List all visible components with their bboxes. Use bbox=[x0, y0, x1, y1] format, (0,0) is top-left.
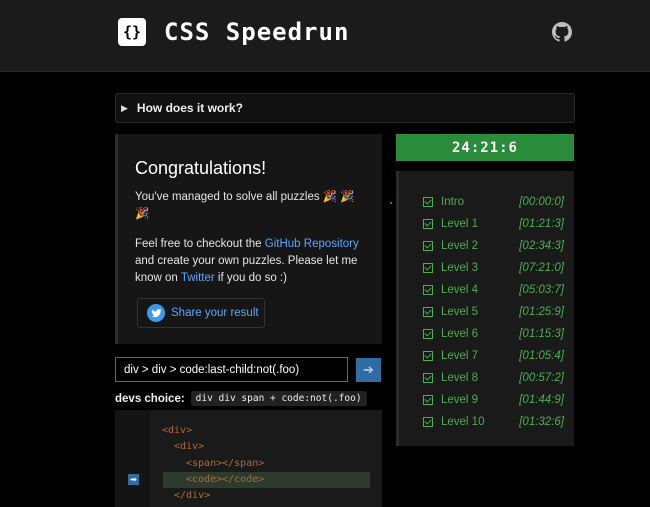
level-name: Level 6 bbox=[441, 328, 479, 340]
info-text-1: Feel free to checkout the bbox=[135, 238, 265, 250]
checkbox-checked-icon bbox=[423, 329, 433, 339]
level-time: [01:44:9] bbox=[519, 394, 564, 406]
timer-display: 24:21:6 bbox=[396, 134, 574, 161]
devs-choice-code: div div span + code:not(.foo) bbox=[190, 391, 367, 406]
level-item[interactable]: Level 5 [01:25:9] bbox=[423, 303, 564, 321]
levels-list: Intro [00:00:0] Level 1 [01:21:3] Level 2 [… bbox=[396, 171, 574, 446]
code-gutter bbox=[115, 410, 150, 507]
level-name: Level 9 bbox=[441, 394, 479, 406]
devs-choice: devs choice: div div span + code:not(.fo… bbox=[115, 391, 367, 406]
level-item[interactable]: Level 8 [00:57:2] bbox=[423, 369, 564, 387]
submit-selector-button[interactable]: ➔ bbox=[356, 358, 381, 382]
checkbox-checked-icon bbox=[423, 373, 433, 383]
level-item[interactable]: Level 7 [01:05:4] bbox=[423, 347, 564, 365]
level-item[interactable]: Level 10 [01:32:6] bbox=[423, 413, 564, 431]
level-item[interactable]: Level 1 [01:21:3] bbox=[423, 215, 564, 233]
level-name: Level 4 bbox=[441, 284, 479, 296]
checkbox-checked-icon bbox=[423, 417, 433, 427]
share-result-button[interactable]: Share your result bbox=[137, 298, 265, 328]
level-item[interactable]: Level 3 [07:21:0] bbox=[423, 259, 564, 277]
level-time: [07:21:0] bbox=[519, 262, 564, 274]
code-line: </div> bbox=[174, 490, 211, 501]
congratulations-title: Congratulations! bbox=[135, 158, 267, 178]
level-item[interactable]: Level 4 [05:03:7] bbox=[423, 281, 564, 299]
level-name: Intro bbox=[441, 196, 465, 208]
level-time: [01:15:3] bbox=[519, 328, 564, 340]
checkbox-checked-icon bbox=[423, 395, 433, 405]
level-name: Level 1 bbox=[441, 218, 479, 230]
level-name: Level 10 bbox=[441, 416, 485, 428]
level-item[interactable]: Level 9 [01:44:9] bbox=[423, 391, 564, 409]
devs-choice-label: devs choice: bbox=[115, 392, 185, 405]
level-name: Level 5 bbox=[441, 306, 479, 318]
share-result-label: Share your result bbox=[171, 307, 259, 319]
arrow-right-icon: ➡ bbox=[128, 474, 139, 485]
level-time: [01:05:4] bbox=[519, 350, 564, 362]
code-preview: ➡ <div> <div> <span></span> <code></code… bbox=[115, 410, 382, 507]
logo-icon[interactable]: {} bbox=[118, 18, 146, 46]
congratulations-info: Feel free to checkout the GitHub Reposit… bbox=[135, 236, 366, 287]
twitter-icon bbox=[147, 304, 165, 322]
code-line: <span></span> bbox=[186, 458, 265, 469]
level-item[interactable]: Level 2 [02:34:3] bbox=[423, 237, 564, 255]
checkbox-checked-icon bbox=[423, 241, 433, 251]
checkbox-checked-icon bbox=[423, 351, 433, 361]
twitter-link[interactable]: Twitter bbox=[181, 272, 215, 284]
code-line: <code></code> bbox=[186, 474, 265, 485]
level-time: [00:57:2] bbox=[519, 372, 564, 384]
app-title[interactable]: CSS Speedrun bbox=[164, 18, 349, 46]
how-it-works-label: How does it work? bbox=[136, 101, 243, 115]
code-line: <div> bbox=[162, 425, 193, 436]
checkbox-checked-icon bbox=[423, 285, 433, 295]
level-time: [01:21:3] bbox=[519, 218, 564, 230]
disclosure-triangle-icon: ▶ bbox=[121, 102, 128, 113]
checkbox-checked-icon bbox=[423, 307, 433, 317]
level-item[interactable]: Level 6 [01:15:3] bbox=[423, 325, 564, 343]
code-line: <div> bbox=[174, 441, 205, 452]
level-time: [02:34:3] bbox=[519, 240, 564, 252]
level-name: Level 3 bbox=[441, 262, 479, 274]
level-name: Level 2 bbox=[441, 240, 479, 252]
level-time: [01:25:9] bbox=[519, 306, 564, 318]
level-time: [00:00:0] bbox=[519, 196, 564, 208]
checkbox-checked-icon bbox=[423, 197, 433, 207]
selector-input[interactable]: div > div > code:last-child:not(.foo) bbox=[115, 357, 348, 382]
level-name: Level 8 bbox=[441, 372, 479, 384]
level-time: [05:03:7] bbox=[519, 284, 564, 296]
level-item[interactable]: Intro [00:00:0] bbox=[423, 193, 564, 211]
how-it-works-toggle[interactable]: ▶ How does it work? bbox=[115, 93, 575, 123]
github-repository-link[interactable]: GitHub Repository bbox=[265, 238, 359, 250]
congratulations-message: You've managed to solve all puzzles 🎉 🎉 … bbox=[135, 191, 355, 220]
info-text-3: if you do so :) bbox=[214, 272, 287, 284]
github-icon[interactable] bbox=[552, 22, 572, 42]
checkbox-checked-icon bbox=[423, 219, 433, 229]
checkbox-checked-icon bbox=[423, 263, 433, 273]
level-time: [01:32:6] bbox=[519, 416, 564, 428]
level-name: Level 7 bbox=[441, 350, 479, 362]
congratulations-panel: Congratulations! You've managed to solve… bbox=[115, 134, 382, 344]
decorative-dot bbox=[390, 202, 392, 204]
app-header: {} CSS Speedrun bbox=[0, 0, 650, 72]
